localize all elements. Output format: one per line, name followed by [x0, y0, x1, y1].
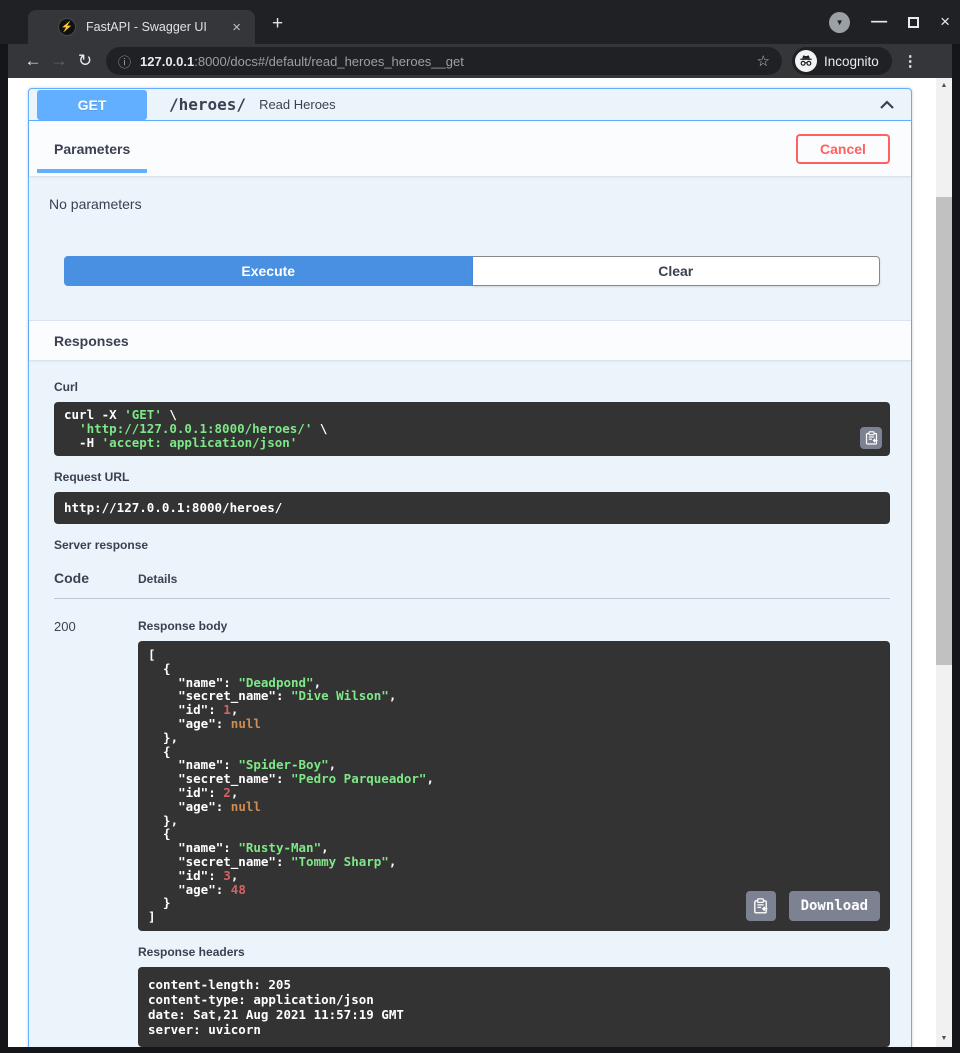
- incognito-icon: [795, 50, 817, 72]
- scrollbar-thumb[interactable]: [936, 197, 952, 665]
- execute-button[interactable]: Execute: [64, 256, 473, 286]
- bookmark-star-icon[interactable]: ☆: [757, 52, 770, 70]
- request-url-label: Request URL: [54, 470, 890, 484]
- new-tab-button[interactable]: +: [272, 13, 283, 35]
- response-headers-code: content-length: 205content-type: applica…: [148, 977, 880, 1037]
- status-code: 200: [54, 615, 138, 1047]
- window-controls: ▼ — ×: [829, 10, 950, 34]
- parameters-tab-label: Parameters: [54, 141, 130, 157]
- parameters-header: Parameters Cancel: [29, 121, 911, 176]
- collapse-chevron-icon[interactable]: [877, 95, 897, 115]
- clear-button[interactable]: Clear: [473, 256, 881, 286]
- copy-response-button[interactable]: [746, 891, 776, 921]
- responses-title: Responses: [54, 333, 129, 349]
- no-parameters-text: No parameters: [29, 196, 911, 212]
- request-url-code: http://127.0.0.1:8000/heroes/: [64, 501, 880, 515]
- forward-icon[interactable]: →: [46, 51, 72, 71]
- endpoint-path: /heroes/: [169, 95, 246, 114]
- curl-code: curl -X 'GET' \ 'http://127.0.0.1:8000/h…: [64, 408, 880, 450]
- page-scrollbar[interactable]: ▲ ▼: [936, 78, 952, 1047]
- page-content: GET /heroes/ Read Heroes Parameters Canc…: [8, 78, 936, 1047]
- browser-toolbar: ← → ↻ ⓘ 127.0.0.1 :8000/docs#/default/re…: [8, 44, 952, 78]
- server-response-label: Server response: [54, 538, 890, 552]
- method-badge: GET: [37, 90, 147, 120]
- details-column-header: Details: [138, 572, 177, 586]
- close-button[interactable]: ×: [940, 12, 950, 32]
- browser-titlebar: ⚡ FastAPI - Swagger UI × + ▼ — ×: [0, 0, 960, 44]
- responses-header: Responses: [29, 320, 911, 360]
- browser-tab[interactable]: ⚡ FastAPI - Swagger UI ×: [28, 10, 255, 44]
- request-url-block: http://127.0.0.1:8000/heroes/: [54, 492, 890, 524]
- tab-title: FastAPI - Swagger UI: [86, 20, 228, 34]
- fastapi-favicon-icon: ⚡: [58, 18, 76, 36]
- response-details: Response body [ { "name": "Deadpond", "s…: [138, 615, 890, 1047]
- back-icon[interactable]: ←: [20, 51, 46, 71]
- curl-code-block: curl -X 'GET' \ 'http://127.0.0.1:8000/h…: [54, 402, 890, 456]
- response-row-200: 200 Response body [ { "name": "Deadpond"…: [54, 615, 890, 1047]
- endpoint-summary: Read Heroes: [259, 97, 336, 112]
- url-host: 127.0.0.1: [140, 54, 194, 69]
- parameters-body: No parameters Execute Clear: [29, 176, 911, 320]
- url-bar[interactable]: ⓘ 127.0.0.1 :8000/docs#/default/read_her…: [106, 47, 782, 75]
- table-divider: [54, 598, 890, 599]
- copy-curl-button[interactable]: [860, 427, 882, 449]
- response-body-block: [ { "name": "Deadpond", "secret_name": "…: [138, 641, 890, 931]
- response-body-code: [ { "name": "Deadpond", "secret_name": "…: [148, 648, 880, 924]
- response-headers-label: Response headers: [138, 945, 890, 959]
- opblock-get-heroes: GET /heroes/ Read Heroes Parameters Canc…: [28, 88, 912, 1047]
- tab-parameters[interactable]: Parameters: [37, 121, 147, 176]
- opblock-header[interactable]: GET /heroes/ Read Heroes: [29, 89, 911, 121]
- incognito-label: Incognito: [824, 54, 879, 69]
- incognito-badge: Incognito: [792, 47, 892, 75]
- page-info-icon[interactable]: ⓘ: [118, 52, 131, 71]
- download-button[interactable]: Download: [789, 891, 880, 921]
- reload-icon[interactable]: ↻: [72, 51, 98, 71]
- scroll-up-icon[interactable]: ▲: [936, 79, 952, 93]
- cancel-button[interactable]: Cancel: [796, 134, 890, 164]
- curl-label: Curl: [54, 380, 890, 394]
- responses-body: Curl curl -X 'GET' \ 'http://127.0.0.1:8…: [29, 360, 911, 1047]
- browser-menu-icon[interactable]: ⋮: [903, 52, 918, 70]
- browser-update-icon[interactable]: ▼: [829, 12, 850, 33]
- active-tab-underline: [37, 169, 147, 173]
- response-table-header: Code Details: [54, 570, 890, 586]
- maximize-button[interactable]: [908, 17, 919, 28]
- code-column-header: Code: [54, 570, 138, 586]
- minimize-button[interactable]: —: [871, 17, 887, 27]
- response-body-label: Response body: [138, 619, 890, 633]
- response-body-controls: Download: [746, 891, 880, 921]
- url-path: :8000/docs#/default/read_heroes_heroes__…: [194, 54, 464, 69]
- response-headers-block: content-length: 205content-type: applica…: [138, 967, 890, 1047]
- scroll-down-icon[interactable]: ▼: [936, 1032, 952, 1046]
- tab-close-icon[interactable]: ×: [228, 19, 245, 36]
- execute-row: Execute Clear: [64, 256, 880, 286]
